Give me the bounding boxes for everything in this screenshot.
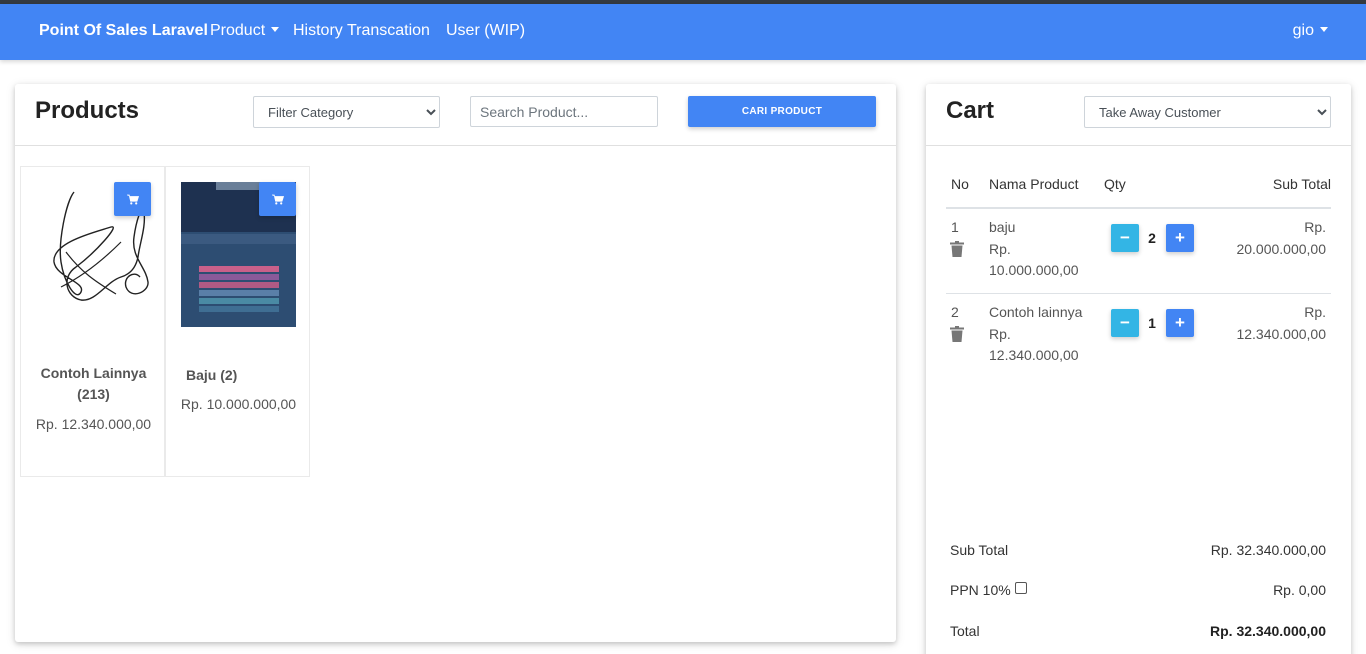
decrease-qty-button[interactable]: − — [1111, 309, 1139, 337]
column-header-name: Nama Product — [989, 176, 1079, 192]
item-price-text: Rp. 12.340.000,00 — [989, 325, 1079, 364]
cart-header-divider — [926, 145, 1351, 146]
product-price: Rp. 12.340.000,00 — [35, 416, 152, 432]
add-to-cart-button[interactable] — [259, 182, 296, 216]
caret-down-icon — [271, 27, 280, 32]
cart-icon — [271, 194, 284, 204]
row-number: 1 — [951, 219, 959, 235]
total-value: Rp. 32.340.000,00 — [1210, 623, 1326, 639]
trash-icon[interactable] — [950, 326, 964, 342]
nav-product-dropdown[interactable]: Product — [210, 22, 280, 40]
row-number: 2 — [951, 304, 959, 320]
cart-card: Cart Take Away Customer No Nama Product … — [926, 84, 1351, 654]
search-product-button[interactable]: CARI PRODUCT — [688, 96, 876, 127]
item-name-text: baju — [989, 219, 1016, 235]
qty-value: 1 — [1148, 315, 1156, 331]
trash-icon[interactable] — [950, 241, 964, 257]
product-card[interactable]: Contoh Lainnya (213) Rp. 12.340.000,00 — [20, 166, 165, 477]
row-subtotal: Rp. 20.000.000,00 — [1236, 219, 1326, 257]
product-name: Baju (2) — [186, 367, 238, 383]
products-header-divider — [15, 145, 896, 146]
caret-down-icon — [1320, 27, 1328, 32]
account-dropdown[interactable]: gio — [1293, 22, 1328, 40]
subtotal-label: Sub Total — [950, 542, 1009, 558]
brand-link[interactable]: Point Of Sales Laravel — [39, 22, 208, 40]
decrease-qty-button[interactable]: − — [1111, 224, 1139, 252]
ppn-value: Rp. 0,00 — [1273, 582, 1326, 598]
product-price: Rp. 10.000.000,00 — [180, 396, 297, 412]
column-header-subtotal: Sub Total — [1272, 176, 1331, 192]
product-name: Contoh Lainnya (213) — [40, 365, 147, 402]
total-label: Total — [950, 623, 980, 639]
products-title: Products — [35, 97, 140, 124]
row-divider — [946, 293, 1331, 294]
cart-item-name: baju Rp. 10.000.000,00 — [989, 217, 1089, 282]
item-price-text: Rp. 10.000.000,00 — [989, 240, 1079, 279]
product-card[interactable]: Baju (2) Rp. 10.000.000,00 — [165, 166, 310, 477]
subtotal-value: Rp. 32.340.000,00 — [1210, 542, 1326, 558]
table-header-divider — [946, 207, 1331, 209]
qty-value: 2 — [1148, 230, 1156, 246]
search-product-input[interactable] — [470, 96, 658, 127]
increase-qty-button[interactable]: + — [1166, 309, 1194, 337]
cart-item-name: Contoh lainnya Rp. 12.340.000,00 — [989, 302, 1089, 367]
add-to-cart-button[interactable] — [114, 182, 151, 216]
customer-select[interactable]: Take Away Customer — [1084, 96, 1331, 128]
nav-product-label: Product — [210, 22, 266, 39]
nav-user-link[interactable]: User (WIP) — [446, 22, 525, 40]
cart-icon — [126, 194, 139, 204]
column-header-no: No — [951, 176, 969, 192]
account-name: gio — [1292, 22, 1314, 39]
ppn-label: PPN 10% — [950, 582, 1011, 598]
filter-category-select[interactable]: Filter Category — [253, 96, 440, 128]
increase-qty-button[interactable]: + — [1166, 224, 1194, 252]
nav-history-link[interactable]: History Transcation — [293, 22, 430, 40]
item-name-text: Contoh lainnya — [989, 304, 1083, 320]
row-subtotal: Rp. 12.340.000,00 — [1236, 304, 1326, 342]
products-card: Products Filter Category CARI PRODUCT Co… — [15, 84, 896, 642]
cart-title: Cart — [946, 97, 995, 124]
ppn-checkbox[interactable] — [1014, 582, 1027, 594]
ppn-row: PPN 10% — [950, 582, 1027, 598]
navbar: Point Of Sales Laravel Product History T… — [0, 4, 1366, 60]
column-header-qty: Qty — [1104, 176, 1126, 192]
